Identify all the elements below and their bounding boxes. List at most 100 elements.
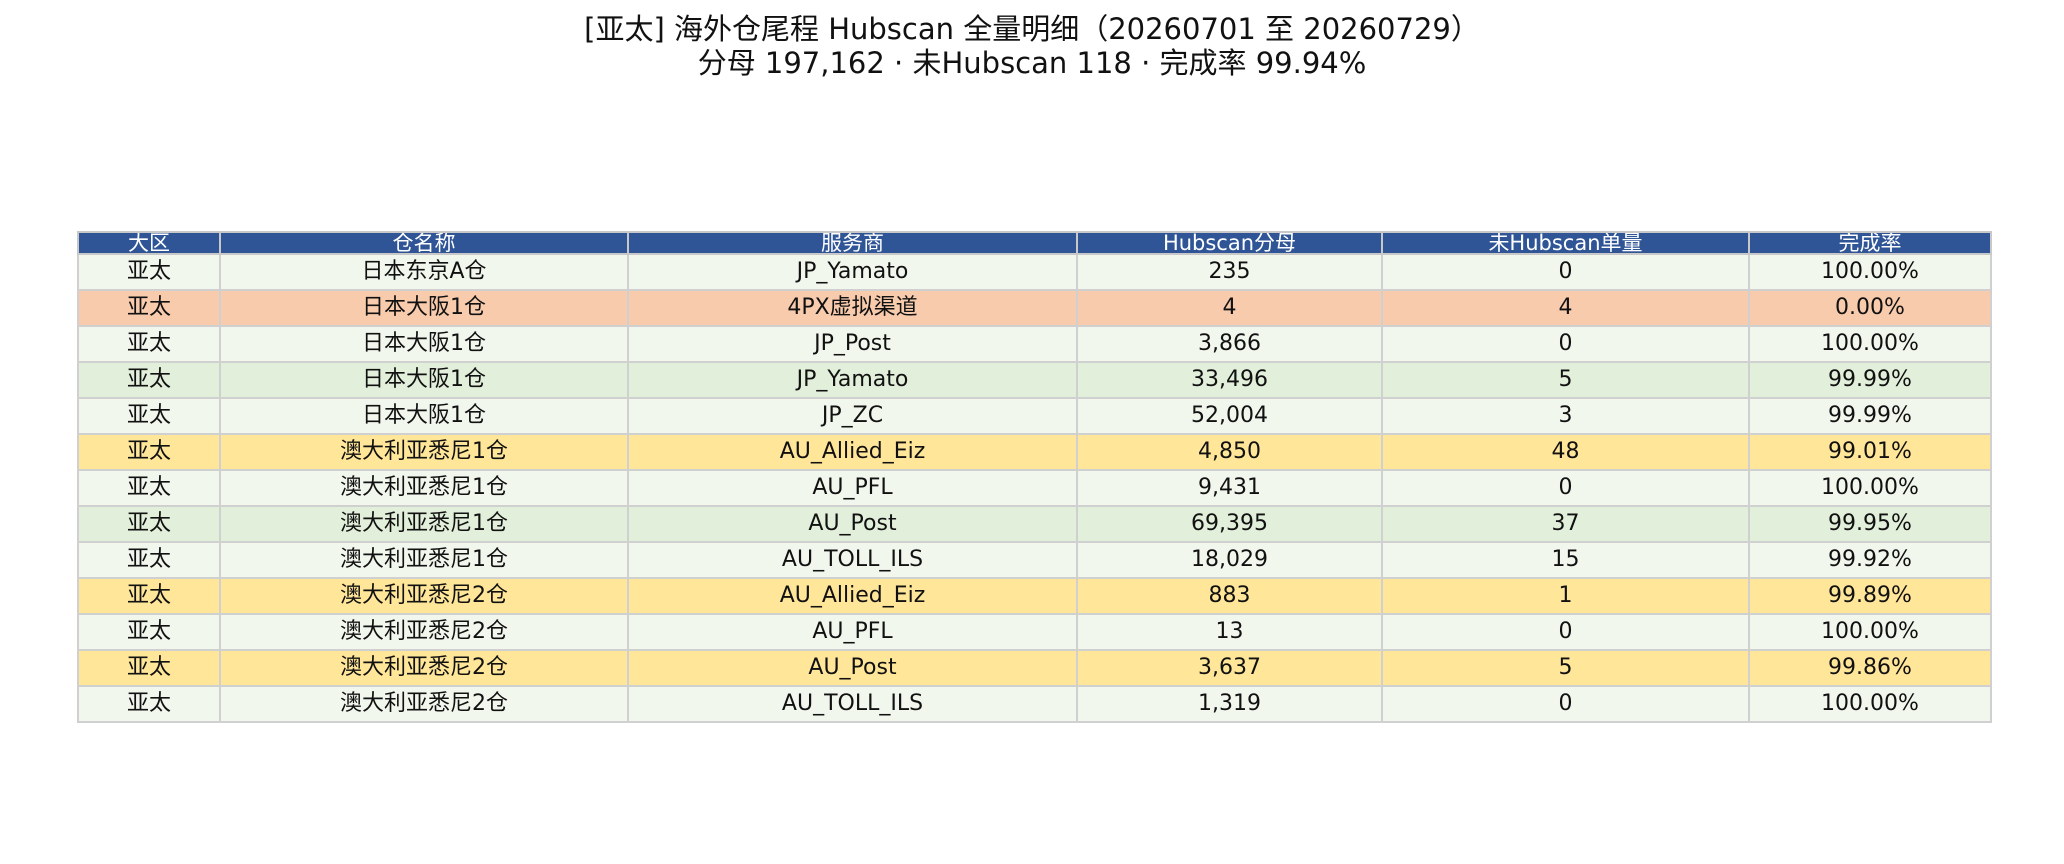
header-rate: 完成率 bbox=[1748, 231, 1992, 255]
cell-region: 亚太 bbox=[77, 397, 221, 435]
cell-warehouse: 澳大利亚悉尼2仓 bbox=[219, 613, 629, 651]
cell-carrier: JP_Post bbox=[627, 325, 1078, 363]
table-row: 亚太 澳大利亚悉尼2仓 AU_TOLL_ILS 1,319 0 100.00% bbox=[77, 685, 1992, 723]
cell-carrier: JP_Yamato bbox=[627, 361, 1078, 399]
cell-denominator: 4 bbox=[1076, 289, 1383, 327]
cell-missing: 0 bbox=[1381, 253, 1750, 291]
table-row: 亚太 澳大利亚悉尼2仓 AU_Post 3,637 5 99.86% bbox=[77, 649, 1992, 687]
cell-missing: 48 bbox=[1381, 433, 1750, 471]
cell-region: 亚太 bbox=[77, 541, 221, 579]
cell-denominator: 883 bbox=[1076, 577, 1383, 615]
header-carrier: 服务商 bbox=[627, 231, 1078, 255]
cell-warehouse: 日本大阪1仓 bbox=[219, 325, 629, 363]
cell-denominator: 9,431 bbox=[1076, 469, 1383, 507]
cell-warehouse: 澳大利亚悉尼2仓 bbox=[219, 649, 629, 687]
cell-warehouse: 日本大阪1仓 bbox=[219, 397, 629, 435]
table-row: 亚太 日本大阪1仓 4PX虚拟渠道 4 4 0.00% bbox=[77, 289, 1992, 327]
cell-carrier: AU_Post bbox=[627, 649, 1078, 687]
cell-region: 亚太 bbox=[77, 505, 221, 543]
cell-warehouse: 日本大阪1仓 bbox=[219, 361, 629, 399]
cell-denominator: 18,029 bbox=[1076, 541, 1383, 579]
cell-warehouse: 澳大利亚悉尼1仓 bbox=[219, 433, 629, 471]
cell-warehouse: 澳大利亚悉尼1仓 bbox=[219, 505, 629, 543]
cell-rate: 99.89% bbox=[1748, 577, 1992, 615]
cell-missing: 0 bbox=[1381, 685, 1750, 723]
table-body: 亚太 日本东京A仓 JP_Yamato 235 0 100.00% 亚太 日本大阪1仓 4PX虚… bbox=[77, 253, 1992, 723]
cell-missing: 0 bbox=[1381, 325, 1750, 363]
table-row: 亚太 日本东京A仓 JP_Yamato 235 0 100.00% bbox=[77, 253, 1992, 291]
cell-carrier: JP_ZC bbox=[627, 397, 1078, 435]
cell-missing: 0 bbox=[1381, 613, 1750, 651]
cell-missing: 0 bbox=[1381, 469, 1750, 507]
cell-carrier: JP_Yamato bbox=[627, 253, 1078, 291]
table-row: 亚太 澳大利亚悉尼2仓 AU_PFL 13 0 100.00% bbox=[77, 613, 1992, 651]
hubscan-detail-table: 大区 仓名称 服务商 Hubscan分母 未Hubscan单量 完成率 亚太 日本… bbox=[77, 231, 1992, 723]
cell-region: 亚太 bbox=[77, 685, 221, 723]
chart-title: [亚太] 海外仓尾程 Hubscan 全量明细（20260701 至 20260… bbox=[584, 12, 1480, 46]
cell-region: 亚太 bbox=[77, 253, 221, 291]
cell-carrier: AU_PFL bbox=[627, 613, 1078, 651]
cell-missing: 3 bbox=[1381, 397, 1750, 435]
chart-title-block: [亚太] 海外仓尾程 Hubscan 全量明细（20260701 至 20260… bbox=[0, 12, 2064, 80]
header-denominator: Hubscan分母 bbox=[1076, 231, 1383, 255]
table-row: 亚太 澳大利亚悉尼1仓 AU_TOLL_ILS 18,029 15 99.92% bbox=[77, 541, 1992, 579]
cell-rate: 99.01% bbox=[1748, 433, 1992, 471]
cell-warehouse: 日本东京A仓 bbox=[219, 253, 629, 291]
table-header-row: 大区 仓名称 服务商 Hubscan分母 未Hubscan单量 完成率 bbox=[77, 231, 1992, 255]
table-row: 亚太 日本大阪1仓 JP_Yamato 33,496 5 99.99% bbox=[77, 361, 1992, 399]
chart-subtitle: 分母 197,162 · 未Hubscan 118 · 完成率 99.94% bbox=[697, 46, 1367, 80]
cell-carrier: AU_PFL bbox=[627, 469, 1078, 507]
header-warehouse: 仓名称 bbox=[219, 231, 629, 255]
cell-rate: 0.00% bbox=[1748, 289, 1992, 327]
cell-missing: 37 bbox=[1381, 505, 1750, 543]
cell-region: 亚太 bbox=[77, 649, 221, 687]
cell-rate: 99.99% bbox=[1748, 397, 1992, 435]
table-row: 亚太 日本大阪1仓 JP_Post 3,866 0 100.00% bbox=[77, 325, 1992, 363]
cell-rate: 100.00% bbox=[1748, 325, 1992, 363]
cell-missing: 15 bbox=[1381, 541, 1750, 579]
cell-missing: 5 bbox=[1381, 649, 1750, 687]
cell-rate: 99.86% bbox=[1748, 649, 1992, 687]
cell-carrier: AU_Allied_Eiz bbox=[627, 433, 1078, 471]
cell-carrier: 4PX虚拟渠道 bbox=[627, 289, 1078, 327]
cell-carrier: AU_Post bbox=[627, 505, 1078, 543]
table-row: 亚太 日本大阪1仓 JP_ZC 52,004 3 99.99% bbox=[77, 397, 1992, 435]
cell-rate: 100.00% bbox=[1748, 613, 1992, 651]
cell-denominator: 3,637 bbox=[1076, 649, 1383, 687]
cell-carrier: AU_Allied_Eiz bbox=[627, 577, 1078, 615]
cell-region: 亚太 bbox=[77, 289, 221, 327]
cell-rate: 99.95% bbox=[1748, 505, 1992, 543]
cell-carrier: AU_TOLL_ILS bbox=[627, 541, 1078, 579]
cell-missing: 1 bbox=[1381, 577, 1750, 615]
cell-region: 亚太 bbox=[77, 613, 221, 651]
header-missing: 未Hubscan单量 bbox=[1381, 231, 1750, 255]
cell-rate: 99.92% bbox=[1748, 541, 1992, 579]
cell-warehouse: 日本大阪1仓 bbox=[219, 289, 629, 327]
header-region: 大区 bbox=[77, 231, 221, 255]
cell-denominator: 1,319 bbox=[1076, 685, 1383, 723]
cell-warehouse: 澳大利亚悉尼2仓 bbox=[219, 685, 629, 723]
cell-missing: 4 bbox=[1381, 289, 1750, 327]
hubscan-table-container: 大区 仓名称 服务商 Hubscan分母 未Hubscan单量 完成率 亚太 日本… bbox=[77, 231, 1992, 723]
cell-rate: 99.99% bbox=[1748, 361, 1992, 399]
cell-missing: 5 bbox=[1381, 361, 1750, 399]
table-row: 亚太 澳大利亚悉尼1仓 AU_Post 69,395 37 99.95% bbox=[77, 505, 1992, 543]
cell-region: 亚太 bbox=[77, 433, 221, 471]
table-row: 亚太 澳大利亚悉尼2仓 AU_Allied_Eiz 883 1 99.89% bbox=[77, 577, 1992, 615]
cell-warehouse: 澳大利亚悉尼2仓 bbox=[219, 577, 629, 615]
cell-denominator: 52,004 bbox=[1076, 397, 1383, 435]
table-row: 亚太 澳大利亚悉尼1仓 AU_PFL 9,431 0 100.00% bbox=[77, 469, 1992, 507]
cell-denominator: 33,496 bbox=[1076, 361, 1383, 399]
cell-rate: 100.00% bbox=[1748, 685, 1992, 723]
cell-carrier: AU_TOLL_ILS bbox=[627, 685, 1078, 723]
cell-rate: 100.00% bbox=[1748, 253, 1992, 291]
cell-region: 亚太 bbox=[77, 577, 221, 615]
cell-denominator: 3,866 bbox=[1076, 325, 1383, 363]
cell-denominator: 13 bbox=[1076, 613, 1383, 651]
cell-denominator: 235 bbox=[1076, 253, 1383, 291]
cell-region: 亚太 bbox=[77, 361, 221, 399]
cell-region: 亚太 bbox=[77, 469, 221, 507]
cell-denominator: 69,395 bbox=[1076, 505, 1383, 543]
cell-warehouse: 澳大利亚悉尼1仓 bbox=[219, 541, 629, 579]
cell-region: 亚太 bbox=[77, 325, 221, 363]
